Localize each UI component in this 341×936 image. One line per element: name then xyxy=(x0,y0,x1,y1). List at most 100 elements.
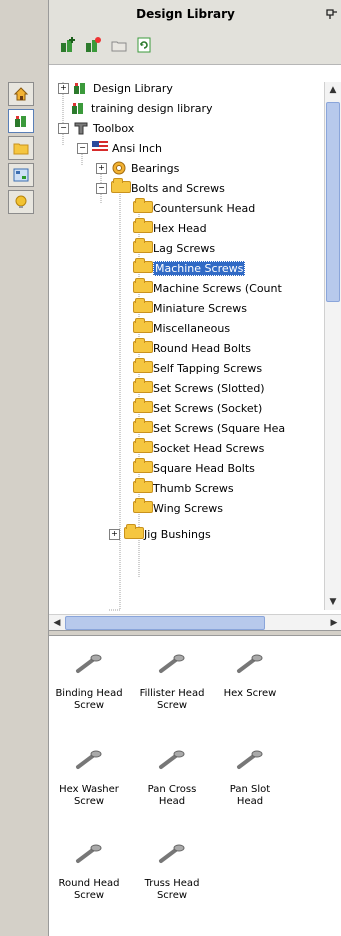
tree-item-miscellaneous[interactable]: Miscellaneous xyxy=(133,318,230,338)
folder-icon xyxy=(133,278,153,295)
expand-icon[interactable]: + xyxy=(109,528,120,540)
palette-item-label-line1: Hex Screw xyxy=(223,688,277,699)
vertical-scroll-thumb[interactable] xyxy=(326,102,340,302)
task-pane-tab-strip xyxy=(0,0,48,936)
screw-icon xyxy=(137,838,207,872)
palette-item-label-line1: Pan Slot xyxy=(229,784,271,795)
tree-item-label: Set Screws (Square Hea xyxy=(153,421,286,435)
tree-item-label: Ansi Inch xyxy=(112,141,163,155)
tree-item-label: Countersunk Head xyxy=(153,201,256,215)
tree-item-label: Self Tapping Screws xyxy=(153,361,263,375)
tree-item-socket-head-screws[interactable]: Socket Head Screws xyxy=(133,438,264,458)
palette-item-label-line1: Hex Washer xyxy=(59,784,119,795)
tree-item-label: Wing Screws xyxy=(153,501,223,515)
palette-item-label-line1: Truss Head xyxy=(144,878,200,889)
collapse-icon[interactable]: − xyxy=(96,182,107,194)
palette-item-truss-head-screw[interactable]: Truss Head Screw xyxy=(137,838,207,902)
collapse-icon[interactable]: − xyxy=(58,122,69,134)
add-file-location-icon[interactable] xyxy=(59,36,77,54)
tree-item-toolbox[interactable]: − Toolbox xyxy=(58,118,134,138)
tree-vertical-scrollbar[interactable]: ▲ ▼ xyxy=(324,82,341,610)
tree-item-bearings[interactable]: + Bearings xyxy=(96,158,179,178)
palette-item-binding-head-screw[interactable]: Binding Head Screw xyxy=(54,648,124,712)
tree-item-thumb-screws[interactable]: Thumb Screws xyxy=(133,478,234,498)
folder-icon xyxy=(133,258,153,275)
tree-item-bolts-and-screws[interactable]: − Bolts and Screws xyxy=(96,178,225,198)
palette-item-pan-cross-head[interactable]: Pan Cross Head xyxy=(137,744,207,808)
file-explorer-icon[interactable] xyxy=(8,136,34,160)
tree-item-label: Square Head Bolts xyxy=(153,461,255,475)
tree-item-miniature-screws[interactable]: Miniature Screws xyxy=(133,298,247,318)
palette-item-label-line1: Pan Cross xyxy=(147,784,197,795)
palette-item-label-line2: Screw xyxy=(73,890,105,901)
refresh-icon[interactable] xyxy=(135,36,153,54)
tree-item-ansi-inch[interactable]: − Ansi Inch xyxy=(77,138,162,158)
scroll-left-icon[interactable]: ◀ xyxy=(49,615,65,631)
design-library-tree[interactable]: + Design Library training design library… xyxy=(49,70,341,616)
create-new-folder-icon[interactable] xyxy=(84,36,102,54)
tree-item-machine-screws-countersunk[interactable]: Machine Screws (Count xyxy=(133,278,282,298)
pin-icon[interactable] xyxy=(324,6,338,20)
tree-item-training-design-library[interactable]: training design library xyxy=(71,98,213,118)
tree-item-design-library[interactable]: + Design Library xyxy=(58,78,173,98)
folder-icon xyxy=(124,524,144,541)
scroll-down-icon[interactable]: ▼ xyxy=(325,594,341,610)
tree-item-label: Toolbox xyxy=(93,121,135,135)
folder-icon xyxy=(133,198,153,215)
tree-item-label: Lag Screws xyxy=(153,241,216,255)
tree-item-square-head-bolts[interactable]: Square Head Bolts xyxy=(133,458,255,478)
palette-item-hex-washer-screw[interactable]: Hex Washer Screw xyxy=(54,744,124,808)
tree-item-lag-screws[interactable]: Lag Screws xyxy=(133,238,215,258)
tree-item-set-screws-square-head[interactable]: Set Screws (Square Hea xyxy=(133,418,285,438)
tree-item-label: Set Screws (Socket) xyxy=(153,401,263,415)
bearing-icon xyxy=(111,161,127,175)
palette-item-fillister-head-screw[interactable]: Fillister Head Screw xyxy=(137,648,207,712)
screw-icon xyxy=(54,648,124,682)
folder-icon xyxy=(133,438,153,455)
folder-icon xyxy=(133,398,153,415)
folder-icon xyxy=(133,338,153,355)
task-pane-tabs xyxy=(8,82,36,217)
tree-item-set-screws-slotted[interactable]: Set Screws (Slotted) xyxy=(133,378,265,398)
palette-item-pan-slot-head[interactable]: Pan Slot Head xyxy=(215,744,285,808)
tree-horizontal-scrollbar[interactable]: ◀ ▶ xyxy=(49,614,341,631)
toolbox-icon xyxy=(73,121,89,135)
open-folder-icon[interactable] xyxy=(110,36,128,54)
tree-item-self-tapping-screws[interactable]: Self Tapping Screws xyxy=(133,358,262,378)
screw-icon xyxy=(137,744,207,778)
tree-item-label: Bolts and Screws xyxy=(131,181,225,195)
tree-item-countersunk-head[interactable]: Countersunk Head xyxy=(133,198,255,218)
pane-title-bar: Design Library xyxy=(49,0,341,29)
tree-item-wing-screws[interactable]: Wing Screws xyxy=(133,498,223,518)
design-library-icon xyxy=(71,101,87,115)
folder-icon xyxy=(133,418,153,435)
palette-item-round-head-screw[interactable]: Round Head Screw xyxy=(54,838,124,902)
tree-item-label: Round Head Bolts xyxy=(153,341,251,355)
tree-item-jig-bushings[interactable]: + Jig Bushings xyxy=(109,524,211,544)
folder-icon xyxy=(133,498,153,515)
scroll-right-icon[interactable]: ▶ xyxy=(326,615,341,631)
folder-icon xyxy=(133,358,153,375)
collapse-icon[interactable]: − xyxy=(77,142,88,154)
tree-item-label: Design Library xyxy=(93,81,173,95)
expand-icon[interactable]: + xyxy=(58,82,69,94)
expand-icon[interactable]: + xyxy=(96,162,107,174)
tree-item-hex-head[interactable]: Hex Head xyxy=(133,218,207,238)
palette-item-label-line2: Head xyxy=(236,796,264,807)
palette-item-label-line1: Binding Head xyxy=(55,688,123,699)
component-palette: Binding Head Screw Fillister Head Screw … xyxy=(49,636,341,936)
view-palette-icon[interactable] xyxy=(8,163,34,187)
scroll-up-icon[interactable]: ▲ xyxy=(325,82,341,98)
design-library-icon[interactable] xyxy=(8,109,34,133)
tree-item-label: Set Screws (Slotted) xyxy=(153,381,265,395)
tree-item-label: Jig Bushings xyxy=(144,527,211,541)
tree-item-machine-screws[interactable]: Machine Screws xyxy=(133,258,246,278)
screw-icon xyxy=(54,838,124,872)
palette-item-hex-screw[interactable]: Hex Screw xyxy=(215,648,285,700)
home-icon[interactable] xyxy=(8,82,34,106)
tree-item-set-screws-socket[interactable]: Set Screws (Socket) xyxy=(133,398,262,418)
tree-item-round-head-bolts[interactable]: Round Head Bolts xyxy=(133,338,251,358)
horizontal-scroll-thumb[interactable] xyxy=(65,616,265,630)
screw-icon xyxy=(215,744,285,778)
appearances-icon[interactable] xyxy=(8,190,34,214)
